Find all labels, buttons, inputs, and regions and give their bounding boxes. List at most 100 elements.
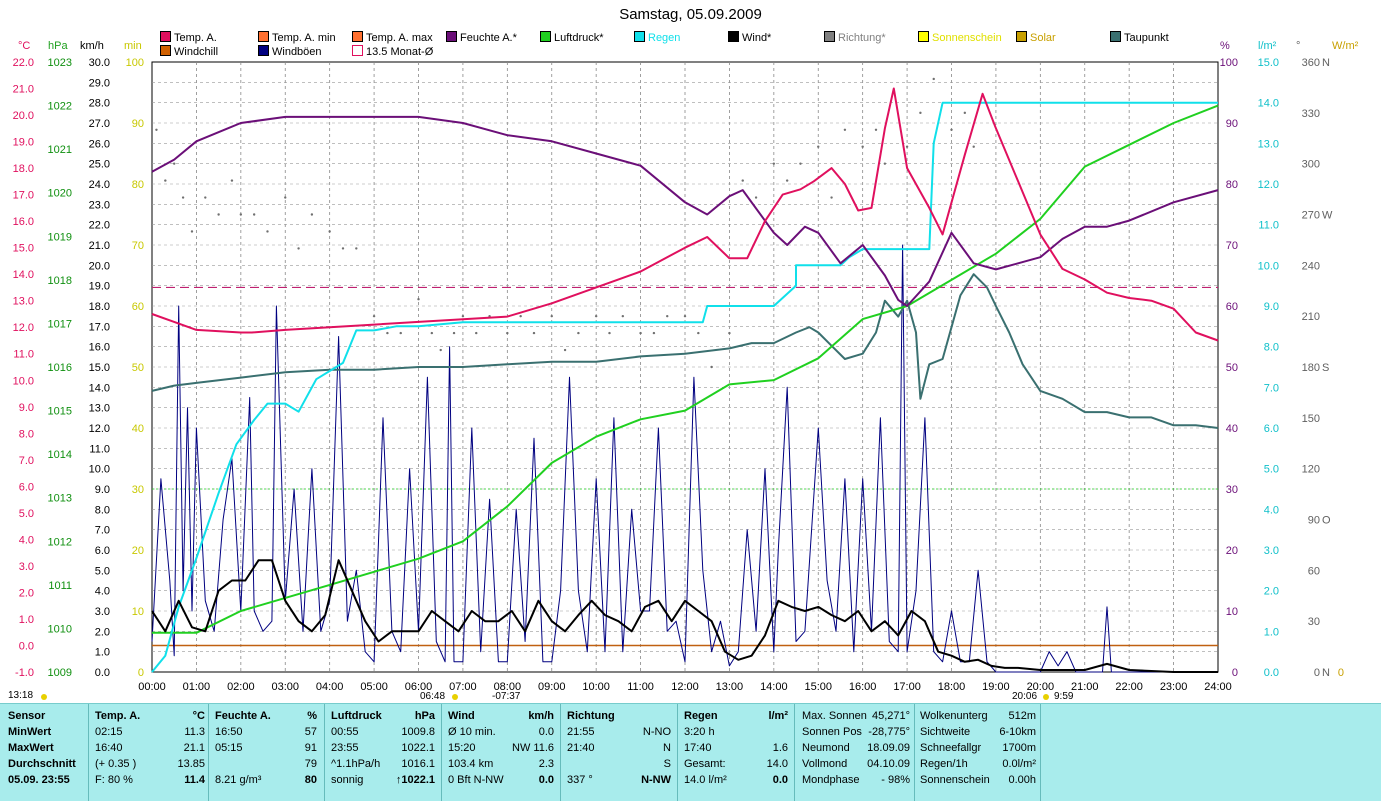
weather-chart: 00:00 01:00 02:00 03:00 04:00 05:00 06:00 07:00… <box>13 57 1344 700</box>
wind-axis-tick: 0.0 <box>95 667 110 679</box>
direction-point <box>883 162 887 165</box>
sun-transit-time: -07:37 <box>492 691 521 702</box>
stats-direction-time: 21:40 <box>567 742 595 754</box>
temp-axis-tick: 1.0 <box>19 614 34 626</box>
direction-point <box>297 247 300 250</box>
x-tick-label: 10:00 <box>582 681 610 693</box>
solar-axis-tick: 0 <box>1338 667 1344 679</box>
direction-point <box>386 331 389 335</box>
temp-axis-tick: 14.0 <box>13 269 34 281</box>
stats-temp-time: F: 80 % <box>95 774 133 786</box>
temp-axis-tick: 13.0 <box>13 296 34 308</box>
wind-axis-tick: 19.0 <box>89 281 110 293</box>
wind-axis-tick: 26.0 <box>89 138 110 150</box>
sun-axis-tick: 50 <box>132 362 144 374</box>
stats-rain-header: Regen <box>684 710 718 722</box>
rain-axis-tick: 11.0 <box>1258 220 1279 232</box>
divider <box>441 704 442 801</box>
rain-axis-tick: 8.0 <box>1264 342 1279 354</box>
sun-axis-tick: 30 <box>132 484 144 496</box>
wind-axis-tick: 21.0 <box>89 240 110 252</box>
temp-axis-tick: 12.0 <box>13 322 34 334</box>
stats-humidity-value: 91 <box>304 742 317 754</box>
pressure-axis-tick: 1020 <box>48 188 72 200</box>
temp-axis-tick: 4.0 <box>19 534 34 546</box>
pressure-axis-tick: 1018 <box>48 275 72 287</box>
humidity-axis-tick: 60 <box>1226 301 1238 313</box>
x-tick-label: 23:00 <box>1160 681 1188 693</box>
direction-axis-tick: 120 <box>1302 464 1320 476</box>
stats-pressure-value: 1022.1 <box>401 742 435 754</box>
temp-axis-tick: 8.0 <box>19 428 34 440</box>
wind-axis-tick: 24.0 <box>89 179 110 191</box>
divider <box>914 704 915 801</box>
direction-axis-tick: 330 <box>1302 108 1320 120</box>
temp-axis-tick: 22.0 <box>13 57 34 69</box>
wind-axis-tick: 20.0 <box>89 260 110 272</box>
stats-direction-header: Richtung <box>567 710 615 722</box>
direction-point <box>155 128 158 131</box>
stats-row-label: 05.09. 23:55 <box>8 774 70 786</box>
direction-point <box>506 331 509 335</box>
pressure-axis-tick: 1019 <box>48 231 72 243</box>
direction-point <box>372 314 376 318</box>
rain-axis-tick: 6.0 <box>1264 423 1279 435</box>
direction-point <box>577 331 580 335</box>
direction-point <box>950 128 953 131</box>
stats-pressure-col: Luftdruck hPa 00:55 1009.8 23:55 1022.1 ^1.… <box>331 708 435 788</box>
stats-row-label: MinWert <box>8 726 52 738</box>
direction-point <box>310 213 314 216</box>
x-tick-label: 19:00 <box>982 681 1010 693</box>
temp-axis-tick: 7.0 <box>19 455 34 467</box>
temp-axis-tick: 17.0 <box>13 190 34 202</box>
stats-misc-label: Wolkenunterg <box>920 710 988 722</box>
stats-misc-value: 0.0l/m² <box>1002 758 1036 770</box>
stats-rain-time: Gesamt: <box>684 758 726 770</box>
wind-axis-tick: 9.0 <box>95 484 110 496</box>
humidity-axis-tick: 90 <box>1226 118 1238 130</box>
wind-axis-tick: 28.0 <box>89 98 110 110</box>
wind-axis-tick: 4.0 <box>95 586 110 598</box>
temp-axis-tick: 10.0 <box>13 375 34 387</box>
direction-point <box>785 179 789 182</box>
humidity-axis-tick: 30 <box>1226 484 1238 496</box>
rain-axis-tick: 13.0 <box>1258 138 1279 150</box>
rain-axis-tick: 9.0 <box>1264 301 1279 313</box>
wind-axis-tick: 18.0 <box>89 301 110 313</box>
rain-axis-tick: 0.0 <box>1264 667 1279 679</box>
direction-axis-tick: 270 <box>1302 210 1320 222</box>
direction-point <box>563 348 567 352</box>
stats-misc-col: Wolkenunterg 512m Sichtweite 6-10km Schnee… <box>920 708 1036 788</box>
wind-axis-tick: 13.0 <box>89 403 110 415</box>
stats-humidity-time: 16:50 <box>215 726 243 738</box>
x-tick-label: 03:00 <box>271 681 299 693</box>
temp-axis-tick: 3.0 <box>19 561 34 573</box>
stats-direction-time: 21:55 <box>567 726 595 738</box>
direction-point <box>284 196 287 199</box>
direction-point <box>550 314 553 318</box>
direction-point <box>461 314 465 318</box>
stats-wind-time: 15:20 <box>448 742 476 754</box>
direction-point <box>799 162 802 165</box>
pressure-axis-tick: 1009 <box>48 667 72 679</box>
pressure-axis-tick: 1012 <box>48 536 72 548</box>
stats-humidity-value: 79 <box>304 758 317 770</box>
rain-axis-tick: 14.0 <box>1258 98 1279 110</box>
direction-point <box>817 145 820 148</box>
x-tick-label: 02:00 <box>227 681 255 693</box>
x-tick-label: 24:00 <box>1204 681 1232 693</box>
stats-wind-value: NW 11.6 <box>512 742 554 754</box>
stats-astro-col: Max. Sonnen 45,271° Sonnen Pos -28,775° Ne… <box>802 708 910 788</box>
temp-axis-tick: 9.0 <box>19 402 34 414</box>
direction-point <box>728 331 731 335</box>
rain-axis-tick: 5.0 <box>1264 464 1279 476</box>
x-tick-label: 01:00 <box>183 681 211 693</box>
x-tick-label: 05:00 <box>360 681 388 693</box>
pressure-axis-tick: 1022 <box>48 101 72 113</box>
stats-temp-time: (+ 0.35 ) <box>95 758 137 770</box>
wind-axis-tick: 3.0 <box>95 606 110 618</box>
stats-astro-label: Vollmond <box>802 758 848 770</box>
sunrise-time: 06:48 <box>420 691 446 702</box>
direction-axis-label: N <box>1322 667 1330 679</box>
wind-axis-tick: 25.0 <box>89 159 110 171</box>
